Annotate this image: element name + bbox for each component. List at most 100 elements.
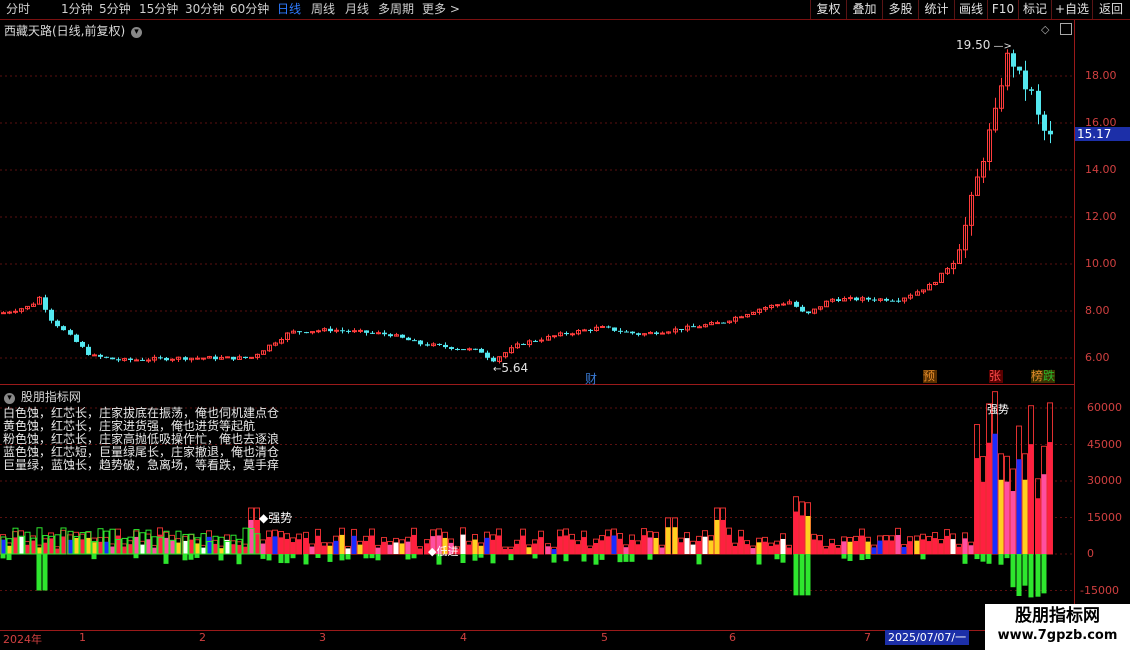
- negative-volume-bar: [1022, 554, 1028, 586]
- indicator-tick: 60000: [1087, 401, 1122, 414]
- candle-body: [1011, 53, 1016, 67]
- dragon-tiger-marker[interactable]: 榜跌: [1031, 370, 1056, 383]
- indicator-title[interactable]: 股朋指标网: [21, 390, 81, 404]
- candle-body: [866, 297, 871, 300]
- volume-bar: [278, 537, 284, 554]
- price-tick: 18.00: [1085, 69, 1117, 82]
- negative-volume-bar: [617, 554, 623, 563]
- negative-volume-bar: [411, 554, 417, 559]
- candle-body: [98, 354, 103, 357]
- strong-signal-label-2: 强势: [987, 403, 1009, 416]
- volume-bar: [629, 539, 635, 554]
- volume-bar: [1016, 459, 1022, 554]
- volume-bar: [411, 534, 417, 554]
- price-tick: 10.00: [1085, 257, 1117, 270]
- candle-body: [340, 330, 345, 332]
- volume-bar: [762, 541, 768, 554]
- candle-body: [606, 326, 611, 328]
- candle-body: [570, 333, 575, 336]
- chevron-down-icon[interactable]: ▾: [131, 27, 143, 38]
- volume-bar: [1035, 498, 1041, 554]
- candle-body: [183, 357, 188, 360]
- candle-body: [612, 327, 617, 331]
- volume-bar: [296, 539, 302, 554]
- limit-up-marker[interactable]: 张: [989, 370, 1003, 383]
- legend-line-white: 白色蚀，红芯长，庄家拔底在振荡，俺也伺机建点仓: [3, 406, 280, 420]
- candle-body: [334, 329, 339, 332]
- volume-bar: [508, 548, 514, 554]
- volume-bar: [1004, 481, 1010, 554]
- candle-body: [1029, 89, 1034, 91]
- volume-bar: [865, 541, 871, 554]
- indicator-tick: -15000: [1080, 583, 1119, 597]
- volume-bar: [799, 515, 805, 554]
- candle-body: [872, 299, 877, 301]
- negative-volume-bar: [1035, 554, 1041, 597]
- candle-body: [68, 330, 73, 335]
- negative-volume-bar: [490, 554, 496, 564]
- forecast-marker[interactable]: 预: [923, 370, 937, 383]
- volume-bar: [684, 538, 690, 554]
- price-tick: 12.00: [1085, 210, 1117, 223]
- candle-body: [848, 297, 853, 300]
- volume-bar: [811, 539, 817, 554]
- volume-bar: [266, 536, 272, 554]
- current-price-tag: 15.17: [1075, 127, 1130, 141]
- volume-bar: [859, 535, 865, 554]
- financial-report-marker[interactable]: 财: [585, 370, 597, 387]
- negative-volume-bar: [629, 554, 635, 562]
- candle-body: [521, 343, 526, 345]
- negative-volume-bar: [581, 554, 587, 562]
- volume-bar: [563, 535, 569, 554]
- negative-volume-bar: [327, 554, 333, 562]
- volume-bar: [956, 546, 962, 554]
- volume-bar: [950, 539, 956, 554]
- indicator-tick: 45000: [1087, 437, 1122, 451]
- volume-bar: [472, 539, 478, 554]
- stock-title[interactable]: 西藏天路(日线,前复权): [4, 24, 125, 38]
- volume-bar: [889, 540, 895, 554]
- volume-bar: [768, 545, 774, 554]
- volume-bar: [284, 538, 290, 554]
- negative-volume-bar: [962, 554, 968, 564]
- negative-volume-bar: [218, 554, 224, 561]
- volume-bar: [315, 535, 321, 554]
- candle-body: [739, 316, 744, 319]
- panel-toggle-icon[interactable]: [1060, 23, 1072, 35]
- negative-volume-bar: [260, 554, 266, 559]
- candle-body: [781, 303, 786, 306]
- volume-bar: [357, 544, 363, 554]
- negative-volume-bar: [375, 554, 381, 561]
- negative-volume-bar: [986, 554, 992, 564]
- negative-volume-bar: [6, 554, 12, 561]
- negative-volume-bar: [303, 554, 309, 565]
- volume-bar: [998, 479, 1004, 554]
- candle-body: [1, 312, 6, 315]
- candle-body: [697, 326, 702, 329]
- high-price-label: 19.50 —>: [956, 38, 1012, 52]
- volume-bar: [653, 537, 659, 554]
- volume-bar: [351, 535, 357, 554]
- chevron-down-icon[interactable]: ▾: [4, 393, 15, 404]
- candle-body: [425, 344, 430, 346]
- volume-bar: [490, 539, 496, 554]
- candle-body: [715, 322, 720, 325]
- candle-body: [660, 332, 665, 335]
- volume-bar: [817, 540, 823, 554]
- volume-bar: [290, 542, 296, 554]
- diamond-icon[interactable]: ◇: [1041, 23, 1049, 36]
- strong-signal-label: ◆强势: [259, 511, 293, 525]
- kline-chart[interactable]: [0, 0, 1130, 650]
- volume-bar: [623, 547, 629, 554]
- volume-bar: [1047, 442, 1053, 554]
- candle-body: [382, 332, 387, 335]
- volume-bar: [780, 538, 786, 554]
- negative-volume-bar: [793, 554, 799, 596]
- volume-bar: [478, 545, 484, 554]
- volume-bar: [786, 547, 792, 554]
- volume-bar: [793, 511, 799, 554]
- volume-bar: [611, 535, 617, 554]
- candle-body: [473, 348, 478, 350]
- negative-volume-bar: [194, 554, 200, 558]
- candle-body: [461, 349, 466, 351]
